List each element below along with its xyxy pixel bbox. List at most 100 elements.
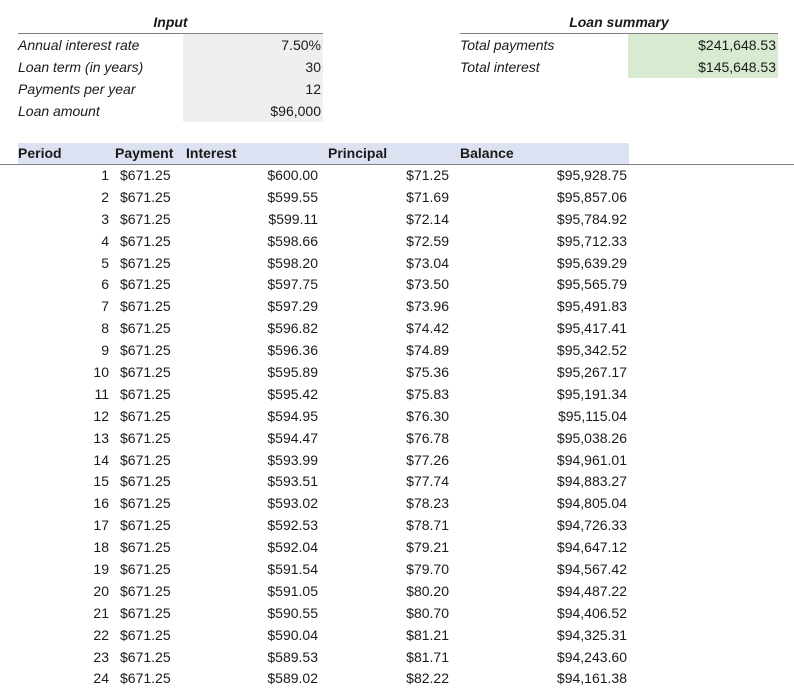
- cell-balance[interactable]: $95,565.79: [557, 274, 627, 296]
- cell-payment[interactable]: $671.25: [120, 231, 171, 253]
- cell-period[interactable]: 16: [93, 493, 109, 515]
- cell-period[interactable]: 10: [93, 362, 109, 384]
- cell-interest[interactable]: $590.55: [267, 603, 318, 625]
- cell-interest[interactable]: $592.53: [267, 515, 318, 537]
- cell-balance[interactable]: $95,712.33: [557, 231, 627, 253]
- cell-period[interactable]: 18: [93, 537, 109, 559]
- cell-principal[interactable]: $81.21: [406, 625, 449, 647]
- cell-payment[interactable]: $671.25: [120, 296, 171, 318]
- cell-interest[interactable]: $597.29: [267, 296, 318, 318]
- cell-principal[interactable]: $79.21: [406, 537, 449, 559]
- cell-period[interactable]: 20: [93, 581, 109, 603]
- cell-balance[interactable]: $94,883.27: [557, 471, 627, 493]
- cell-balance[interactable]: $94,647.12: [557, 537, 627, 559]
- cell-interest[interactable]: $594.47: [267, 428, 318, 450]
- cell-interest[interactable]: $590.04: [267, 625, 318, 647]
- cell-principal[interactable]: $78.23: [406, 493, 449, 515]
- cell-principal[interactable]: $72.14: [406, 209, 449, 231]
- column-header-period[interactable]: Period: [18, 143, 62, 164]
- cell-principal[interactable]: $80.20: [406, 581, 449, 603]
- cell-principal[interactable]: $72.59: [406, 231, 449, 253]
- cell-balance[interactable]: $95,639.29: [557, 253, 627, 275]
- cell-payment[interactable]: $671.25: [120, 668, 171, 690]
- cell-interest[interactable]: $591.54: [267, 559, 318, 581]
- cell-payment[interactable]: $671.25: [120, 647, 171, 669]
- cell-principal[interactable]: $75.36: [406, 362, 449, 384]
- cell-payment[interactable]: $671.25: [120, 209, 171, 231]
- cell-interest[interactable]: $589.53: [267, 647, 318, 669]
- cell-period[interactable]: 14: [93, 450, 109, 472]
- cell-principal[interactable]: $81.71: [406, 647, 449, 669]
- cell-payment[interactable]: $671.25: [120, 559, 171, 581]
- cell-payment[interactable]: $671.25: [120, 515, 171, 537]
- cell-period[interactable]: 19: [93, 559, 109, 581]
- cell-period[interactable]: 5: [101, 253, 109, 275]
- cell-payment[interactable]: $671.25: [120, 253, 171, 275]
- cell-balance[interactable]: $95,267.17: [557, 362, 627, 384]
- cell-payment[interactable]: $671.25: [120, 625, 171, 647]
- cell-balance[interactable]: $95,191.34: [557, 384, 627, 406]
- cell-balance[interactable]: $95,491.83: [557, 296, 627, 318]
- cell-principal[interactable]: $77.26: [406, 450, 449, 472]
- cell-balance[interactable]: $95,038.26: [557, 428, 627, 450]
- cell-balance[interactable]: $95,928.75: [557, 165, 627, 187]
- cell-payment[interactable]: $671.25: [120, 450, 171, 472]
- cell-period[interactable]: 2: [101, 187, 109, 209]
- cell-payment[interactable]: $671.25: [120, 581, 171, 603]
- cell-payment[interactable]: $671.25: [120, 603, 171, 625]
- cell-principal[interactable]: $76.30: [406, 406, 449, 428]
- cell-payment[interactable]: $671.25: [120, 318, 171, 340]
- cell-interest[interactable]: $598.66: [267, 231, 318, 253]
- cell-payment[interactable]: $671.25: [120, 187, 171, 209]
- input-value-payments-per-year[interactable]: 12: [305, 78, 321, 100]
- cell-balance[interactable]: $94,325.31: [557, 625, 627, 647]
- cell-payment[interactable]: $671.25: [120, 406, 171, 428]
- cell-principal[interactable]: $76.78: [406, 428, 449, 450]
- cell-period[interactable]: 22: [93, 625, 109, 647]
- cell-balance[interactable]: $95,784.92: [557, 209, 627, 231]
- cell-period[interactable]: 23: [93, 647, 109, 669]
- cell-payment[interactable]: $671.25: [120, 428, 171, 450]
- cell-payment[interactable]: $671.25: [120, 537, 171, 559]
- cell-interest[interactable]: $595.42: [267, 384, 318, 406]
- cell-period[interactable]: 11: [94, 384, 109, 406]
- cell-principal[interactable]: $79.70: [406, 559, 449, 581]
- cell-interest[interactable]: $593.51: [267, 471, 318, 493]
- summary-value-total-interest[interactable]: $145,648.53: [698, 56, 776, 78]
- cell-interest[interactable]: $595.89: [267, 362, 318, 384]
- cell-interest[interactable]: $599.11: [268, 209, 318, 231]
- column-header-principal[interactable]: Principal: [328, 143, 387, 164]
- input-value-loan-amount[interactable]: $96,000: [270, 100, 321, 122]
- cell-period[interactable]: 4: [101, 231, 109, 253]
- cell-interest[interactable]: $593.02: [267, 493, 318, 515]
- cell-period[interactable]: 8: [101, 318, 109, 340]
- cell-interest[interactable]: $592.04: [267, 537, 318, 559]
- cell-interest[interactable]: $597.75: [267, 274, 318, 296]
- cell-period[interactable]: 6: [101, 274, 109, 296]
- column-header-balance[interactable]: Balance: [460, 143, 514, 164]
- cell-balance[interactable]: $95,342.52: [557, 340, 627, 362]
- cell-payment[interactable]: $671.25: [120, 165, 171, 187]
- cell-balance[interactable]: $95,857.06: [557, 187, 627, 209]
- cell-interest[interactable]: $591.05: [267, 581, 318, 603]
- cell-payment[interactable]: $671.25: [120, 274, 171, 296]
- cell-balance[interactable]: $94,406.52: [557, 603, 627, 625]
- summary-value-total-payments[interactable]: $241,648.53: [698, 34, 776, 56]
- cell-principal[interactable]: $74.89: [406, 340, 449, 362]
- cell-payment[interactable]: $671.25: [120, 340, 171, 362]
- cell-interest[interactable]: $599.55: [267, 187, 318, 209]
- cell-period[interactable]: 1: [101, 165, 109, 187]
- cell-interest[interactable]: $594.95: [267, 406, 318, 428]
- cell-principal[interactable]: $73.04: [406, 253, 449, 275]
- column-header-payment[interactable]: Payment: [115, 143, 173, 164]
- input-value-annual-rate[interactable]: 7.50%: [281, 34, 321, 56]
- cell-period[interactable]: 3: [101, 209, 109, 231]
- input-value-loan-term[interactable]: 30: [305, 56, 321, 78]
- cell-period[interactable]: 12: [93, 406, 109, 428]
- cell-period[interactable]: 15: [93, 471, 109, 493]
- cell-principal[interactable]: $82.22: [406, 668, 449, 690]
- cell-balance[interactable]: $94,567.42: [557, 559, 627, 581]
- cell-period[interactable]: 21: [93, 603, 109, 625]
- cell-interest[interactable]: $593.99: [267, 450, 318, 472]
- cell-balance[interactable]: $94,161.38: [557, 668, 627, 690]
